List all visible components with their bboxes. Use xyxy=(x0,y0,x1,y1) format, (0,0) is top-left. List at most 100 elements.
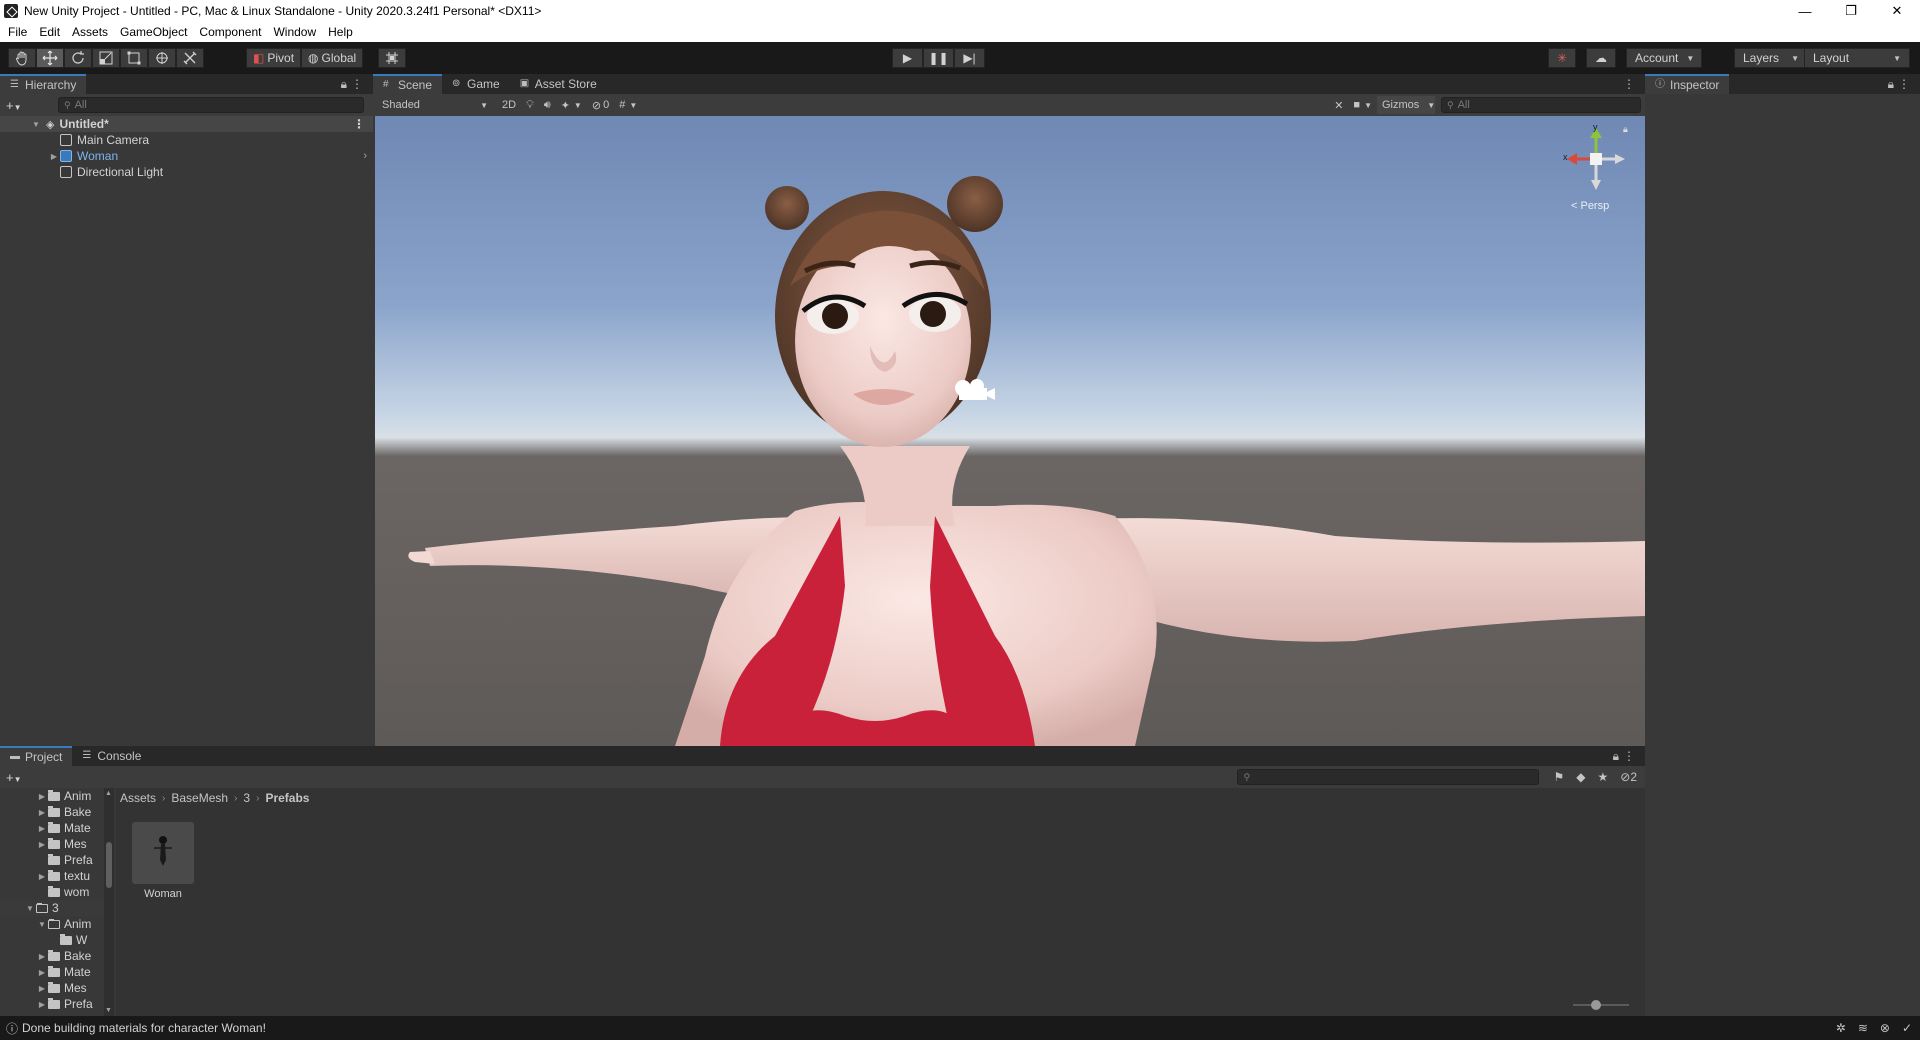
thumbnail-size-slider[interactable] xyxy=(1573,1000,1629,1010)
project-search-input[interactable]: ⚲ xyxy=(1237,769,1540,785)
project-tree-item[interactable]: ▶ Bake xyxy=(0,804,114,820)
scene-row[interactable]: ▼ ◈ Untitled* ⋮ xyxy=(0,116,373,132)
custom-tool-button[interactable] xyxy=(176,48,204,68)
status-message[interactable]: Done building materials for character Wo… xyxy=(22,1021,266,1035)
project-tree-item[interactable]: ▶ Mate xyxy=(0,964,114,980)
expand-arrow-icon[interactable]: ▼ xyxy=(30,120,42,129)
project-tree-item[interactable]: ▶ Mes xyxy=(0,980,114,996)
project-tree-item[interactable]: ▶ Anim xyxy=(0,788,114,804)
project-tree-item[interactable]: ▶ Mes xyxy=(0,836,114,852)
project-tree-item[interactable]: wom xyxy=(0,884,114,900)
collapsed-arrow-icon[interactable]: ▶ xyxy=(36,968,48,977)
hierarchy-item-main-camera[interactable]: Main Camera xyxy=(0,132,373,148)
effects-toggle[interactable]: ✦ ▼ xyxy=(556,96,587,114)
tab-inspector[interactable]: ⓘ Inspector xyxy=(1645,74,1730,94)
scroll-down-icon[interactable]: ▼ xyxy=(105,1007,112,1014)
project-tree-item[interactable]: ▼ 3 xyxy=(0,900,114,916)
camera-settings-dropdown[interactable]: ■ ▼ xyxy=(1348,96,1377,114)
projection-label[interactable]: < Persp xyxy=(1571,200,1609,212)
create-asset-dropdown[interactable]: +▼ xyxy=(0,770,28,785)
hidden-objects-toggle[interactable]: ⊘ 0 xyxy=(587,96,614,114)
project-tree-item[interactable]: ▶ Bake xyxy=(0,948,114,964)
progress-check-icon[interactable]: ✓ xyxy=(1902,1021,1912,1035)
pivot-toggle[interactable]: ◧ Pivot xyxy=(246,48,302,68)
chevron-right-icon[interactable]: › xyxy=(363,150,367,162)
expand-arrow-icon[interactable]: ▶ xyxy=(48,152,60,161)
favorites-star-icon[interactable]: ★ xyxy=(1597,770,1608,784)
lock-icon[interactable]: 🔒︎ xyxy=(1888,77,1894,92)
hand-tool-button[interactable] xyxy=(8,48,36,68)
hierarchy-search-input[interactable]: ⚲ All xyxy=(58,97,364,113)
menu-window[interactable]: Window xyxy=(267,25,322,39)
lighting-toggle[interactable]: 💡︎ xyxy=(521,96,539,114)
folder-tree-scrollbar[interactable]: ▲ ▼ xyxy=(104,788,114,1016)
layers-stack-icon[interactable]: ≋ xyxy=(1858,1021,1868,1035)
tab-hierarchy[interactable]: ☰ Hierarchy xyxy=(0,74,87,94)
kebab-menu-icon[interactable]: ⋮ xyxy=(1898,77,1910,91)
tab-scene[interactable]: # Scene xyxy=(373,74,443,94)
menu-file[interactable]: File xyxy=(2,25,33,39)
project-tree-item[interactable]: ▶ Prefa xyxy=(0,996,114,1012)
lock-icon[interactable]: 🔒︎ xyxy=(341,77,347,92)
gizmo-lock-icon[interactable]: 🔒︎ xyxy=(1623,124,1628,135)
tab-asset-store[interactable]: ▣ Asset Store xyxy=(510,74,607,94)
asset-thumbnail[interactable] xyxy=(132,822,194,884)
rotate-tool-button[interactable] xyxy=(64,48,92,68)
orientation-gizmo[interactable]: y x 🔒︎ < Persp xyxy=(1561,122,1631,214)
collab-button[interactable]: ✳ xyxy=(1548,48,1576,68)
scene-viewport[interactable]: y x 🔒︎ < Persp xyxy=(375,116,1645,746)
project-tree-item[interactable]: ▶ Mate xyxy=(0,820,114,836)
rect-tool-button[interactable] xyxy=(120,48,148,68)
collapsed-arrow-icon[interactable]: ▶ xyxy=(36,952,48,961)
expanded-arrow-icon[interactable]: ▼ xyxy=(36,920,48,929)
menu-help[interactable]: Help xyxy=(322,25,359,39)
create-dropdown[interactable]: +▼ xyxy=(0,98,28,113)
project-tree-item[interactable]: Prefa xyxy=(0,852,114,868)
slider-knob[interactable] xyxy=(1591,1000,1602,1010)
menu-assets[interactable]: Assets xyxy=(66,25,114,39)
kebab-menu-icon[interactable]: ⋮ xyxy=(1623,749,1635,763)
hidden-packages-toggle[interactable]: ⊘2 xyxy=(1620,770,1637,784)
cloud-button[interactable]: ☁ xyxy=(1586,48,1616,68)
toggle-2d-button[interactable]: 2D xyxy=(497,96,521,114)
debug-icon[interactable]: ✲ xyxy=(1836,1021,1846,1035)
project-tree-item[interactable]: W xyxy=(0,932,114,948)
menu-edit[interactable]: Edit xyxy=(33,25,66,39)
breadcrumb-item-current[interactable]: Prefabs xyxy=(265,791,309,805)
scene-search-input[interactable]: ⚲ All xyxy=(1441,97,1641,113)
menu-component[interactable]: Component xyxy=(193,25,267,39)
shading-mode-dropdown[interactable]: Shaded ▼ xyxy=(377,96,493,114)
minimize-button[interactable]: — xyxy=(1782,0,1828,22)
audio-toggle[interactable]: 🔊︎ xyxy=(539,96,556,114)
scrollbar-thumb[interactable] xyxy=(106,842,112,888)
kebab-menu-icon[interactable]: ⋮ xyxy=(351,77,363,91)
collapsed-arrow-icon[interactable]: ▶ xyxy=(36,808,48,817)
scene-tools-button[interactable]: ✕ xyxy=(1329,96,1348,114)
breadcrumb-item[interactable]: 3 xyxy=(243,791,250,805)
scroll-up-icon[interactable]: ▲ xyxy=(105,790,112,797)
project-tree-item[interactable]: ▼ Anim xyxy=(0,916,114,932)
collapsed-arrow-icon[interactable]: ▶ xyxy=(36,824,48,833)
grid-toggle[interactable]: # ▼ xyxy=(614,96,642,114)
collapsed-arrow-icon[interactable]: ▶ xyxy=(36,792,48,801)
grid-snap-button[interactable] xyxy=(378,48,406,68)
search-by-type-icon[interactable]: ⚑ xyxy=(1553,770,1564,784)
close-button[interactable]: ✕ xyxy=(1874,0,1920,22)
lock-icon[interactable]: 🔒︎ xyxy=(1613,749,1619,764)
collapsed-arrow-icon[interactable]: ▶ xyxy=(36,872,48,881)
kebab-menu-icon[interactable]: ⋮ xyxy=(1623,77,1635,91)
tab-console[interactable]: ☰ Console xyxy=(72,746,151,766)
transform-tool-button[interactable] xyxy=(148,48,176,68)
move-tool-button[interactable] xyxy=(36,48,64,68)
layout-dropdown[interactable]: Layout ▼ xyxy=(1804,48,1910,68)
tab-game[interactable]: ⊚ Game xyxy=(442,74,510,94)
hierarchy-item-directional-light[interactable]: Directional Light xyxy=(0,164,373,180)
pause-button[interactable]: ❚❚ xyxy=(923,48,954,68)
scale-tool-button[interactable] xyxy=(92,48,120,68)
play-button[interactable]: ▶ xyxy=(892,48,923,68)
gizmos-dropdown[interactable]: Gizmos ▼ xyxy=(1377,96,1435,114)
search-by-label-icon[interactable]: ◆ xyxy=(1576,770,1585,784)
project-tree-item[interactable]: ▶ textu xyxy=(0,868,114,884)
menu-gameobject[interactable]: GameObject xyxy=(114,25,193,39)
collapsed-arrow-icon[interactable]: ▶ xyxy=(36,840,48,849)
